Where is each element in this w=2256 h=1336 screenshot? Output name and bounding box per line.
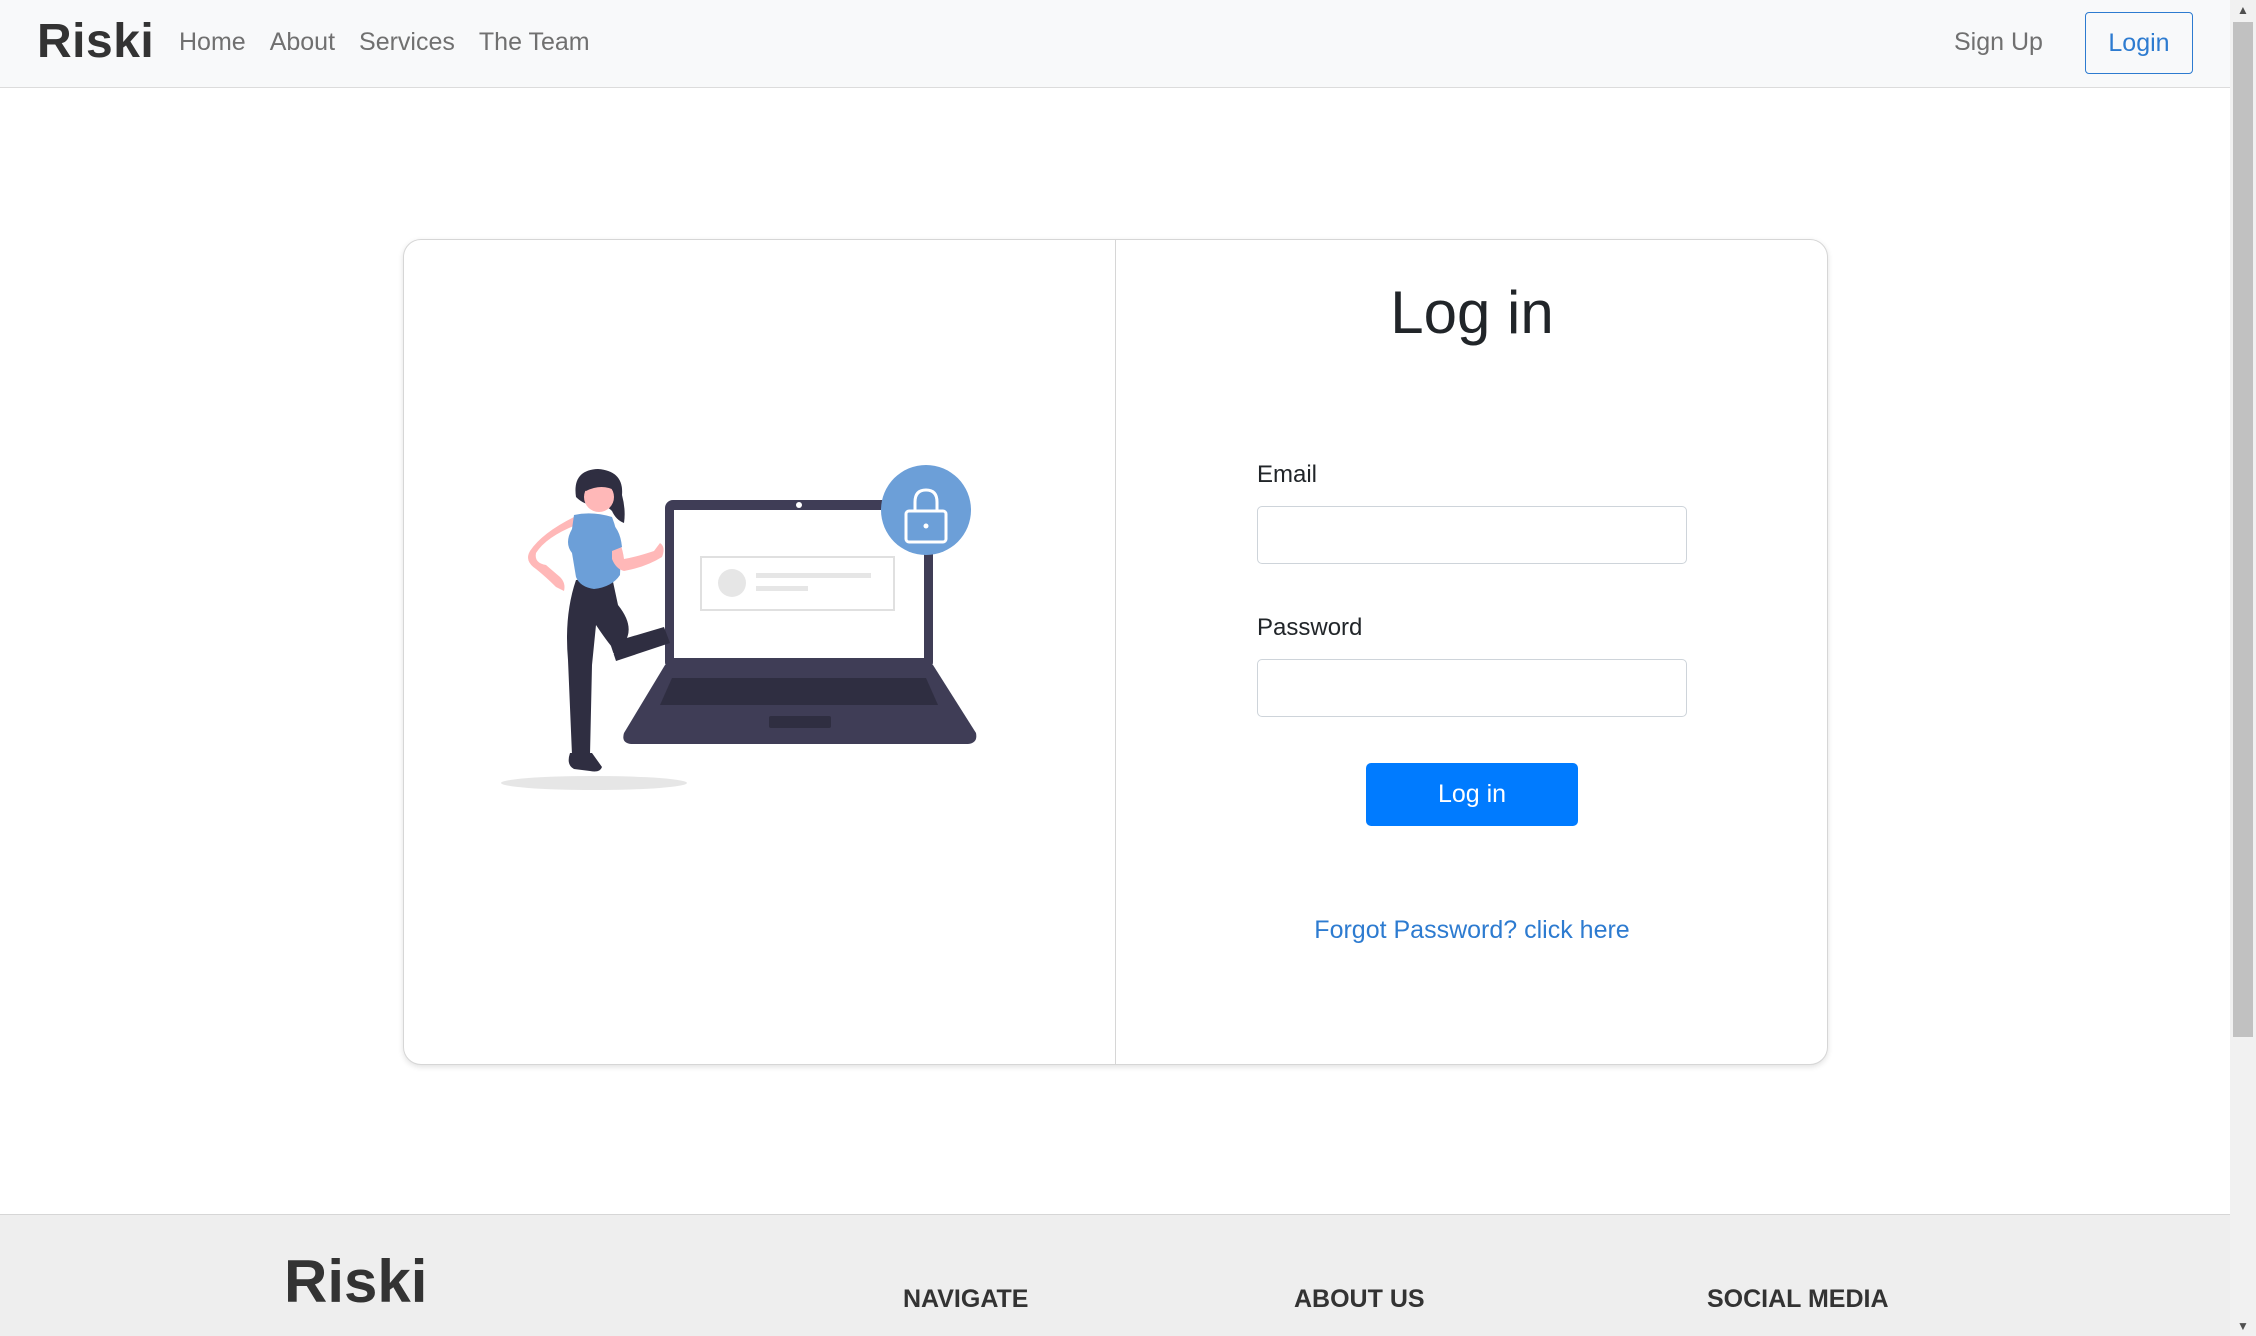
password-field[interactable]: [1257, 659, 1687, 717]
page-scrollbar[interactable]: ▲ ▼: [2230, 0, 2256, 1336]
email-field[interactable]: [1257, 506, 1687, 564]
footer-heading-navigate: NAVIGATE: [903, 1285, 1029, 1313]
signup-link[interactable]: Sign Up: [1954, 28, 2043, 57]
brand-logo[interactable]: Riski: [37, 14, 154, 69]
nav-link-about[interactable]: About: [270, 28, 335, 57]
scroll-down-arrow-icon[interactable]: ▼: [2230, 1316, 2256, 1336]
footer: Riski NAVIGATE ABOUT US SOCIAL MEDIA: [0, 1214, 2230, 1336]
scrollbar-thumb[interactable]: [2233, 22, 2253, 1037]
login-submit-button[interactable]: Log in: [1366, 763, 1578, 826]
login-title: Log in: [1390, 279, 1554, 346]
navbar: Riski Home About Services The Team Sign …: [0, 0, 2230, 88]
nav-link-services[interactable]: Services: [359, 28, 455, 57]
footer-heading-about-us: ABOUT US: [1294, 1285, 1425, 1313]
forgot-password-link[interactable]: Forgot Password? click here: [1116, 916, 1828, 945]
person-with-laptop-lock-illustration: [501, 465, 977, 790]
footer-brand-logo: Riski: [284, 1248, 428, 1315]
nav-link-home[interactable]: Home: [179, 28, 246, 57]
login-card: Log in Email Password Log in Forgot Pass…: [403, 239, 1828, 1065]
footer-heading-social-media: SOCIAL MEDIA: [1707, 1285, 1889, 1313]
scroll-up-arrow-icon[interactable]: ▲: [2230, 0, 2256, 20]
email-label: Email: [1257, 461, 1318, 488]
nav-link-the-team[interactable]: The Team: [479, 28, 590, 57]
nav-login-button[interactable]: Login: [2085, 12, 2193, 74]
nav-links: Home About Services The Team: [179, 28, 590, 57]
password-label: Password: [1257, 614, 1363, 641]
